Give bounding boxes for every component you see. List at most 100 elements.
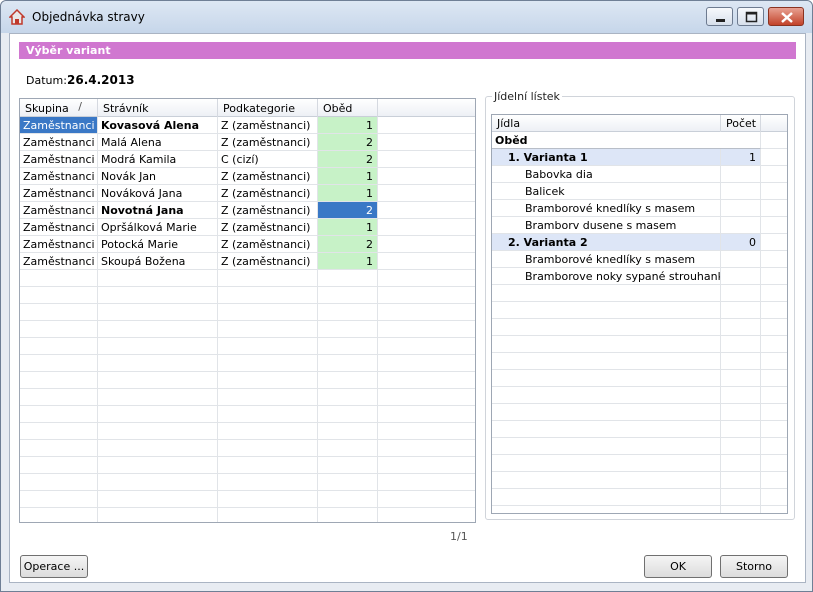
menu-row-empty[interactable] bbox=[492, 302, 787, 319]
grid-cell-empty[interactable] bbox=[378, 508, 475, 522]
grid-cell-empty[interactable] bbox=[318, 389, 378, 406]
grid-cell-stravnik[interactable]: Skoupá Božena bbox=[98, 253, 218, 270]
grid-cell-empty[interactable] bbox=[20, 440, 98, 457]
menu-row-item[interactable]: Bramborove noky sypané strouhankou... bbox=[492, 268, 787, 285]
grid-cell-empty[interactable] bbox=[20, 321, 98, 338]
grid-cell-stravnik[interactable]: Novotná Jana bbox=[98, 202, 218, 219]
grid-cell-empty[interactable] bbox=[378, 355, 475, 372]
grid-cell-podkategorie[interactable]: Z (zaměstnanci) bbox=[218, 117, 318, 134]
grid-cell-empty[interactable] bbox=[218, 270, 318, 287]
menu-row-empty[interactable] bbox=[492, 336, 787, 353]
grid-cell-empty[interactable] bbox=[20, 457, 98, 474]
grid-cell-empty[interactable] bbox=[98, 474, 218, 491]
grid-cell-empty[interactable] bbox=[20, 423, 98, 440]
menu-row-item[interactable]: Babovka dia bbox=[492, 166, 787, 183]
column-header-stravnik[interactable]: Strávník bbox=[98, 99, 218, 117]
grid-cell-empty[interactable] bbox=[20, 491, 98, 508]
menu-row-variant[interactable]: 1. Varianta 11 bbox=[492, 149, 787, 166]
grid-cell-empty[interactable] bbox=[218, 321, 318, 338]
maximize-button[interactable] bbox=[737, 7, 764, 26]
grid-cell-empty[interactable] bbox=[378, 287, 475, 304]
operace-button[interactable]: Operace ... bbox=[20, 555, 88, 578]
grid-cell-podkategorie[interactable]: Z (zaměstnanci) bbox=[218, 236, 318, 253]
menu-row-item[interactable]: Bramborové knedlíky s masem bbox=[492, 200, 787, 217]
grid-cell-obed[interactable]: 1 bbox=[318, 253, 378, 270]
grid-cell-empty[interactable] bbox=[218, 406, 318, 423]
diners-grid[interactable]: Skupina / Strávník Podkategorie Oběd Zam… bbox=[19, 98, 476, 523]
grid-cell-podkategorie[interactable]: Z (zaměstnanci) bbox=[218, 168, 318, 185]
menu-row-item[interactable]: Bramborové knedlíky s masem bbox=[492, 251, 787, 268]
grid-cell-stravnik[interactable]: Nováková Jana bbox=[98, 185, 218, 202]
grid-cell-empty[interactable] bbox=[98, 270, 218, 287]
grid-cell-skupina[interactable]: Zaměstnanci bbox=[20, 219, 98, 236]
grid-cell-skupina[interactable]: Zaměstnanci bbox=[20, 253, 98, 270]
menu-tree[interactable]: Jídla Počet Oběd 1. Varianta 1 1 Babovka di… bbox=[491, 114, 788, 514]
grid-cell-obed[interactable]: 2 bbox=[318, 151, 378, 168]
grid-cell-podkategorie[interactable]: Z (zaměstnanci) bbox=[218, 219, 318, 236]
grid-cell-empty[interactable] bbox=[318, 406, 378, 423]
grid-cell-empty[interactable] bbox=[98, 508, 218, 522]
grid-cell-podkategorie[interactable]: Z (zaměstnanci) bbox=[218, 253, 318, 270]
grid-cell-empty[interactable] bbox=[318, 355, 378, 372]
grid-cell-empty[interactable] bbox=[318, 474, 378, 491]
grid-cell-empty[interactable] bbox=[218, 423, 318, 440]
menu-row-empty[interactable] bbox=[492, 421, 787, 438]
grid-cell-stravnik[interactable]: Novák Jan bbox=[98, 168, 218, 185]
grid-cell-empty[interactable] bbox=[378, 117, 475, 134]
grid-cell-empty[interactable] bbox=[20, 389, 98, 406]
grid-cell-empty[interactable] bbox=[218, 389, 318, 406]
grid-cell-stravnik[interactable]: Malá Alena bbox=[98, 134, 218, 151]
grid-cell-stravnik[interactable]: Opršálková Marie bbox=[98, 219, 218, 236]
menu-row-item[interactable]: Bramborv dusene s masem bbox=[492, 217, 787, 234]
grid-cell-empty[interactable] bbox=[218, 457, 318, 474]
grid-cell-empty[interactable] bbox=[378, 304, 475, 321]
grid-cell-empty[interactable] bbox=[218, 287, 318, 304]
menu-row-empty[interactable] bbox=[492, 319, 787, 336]
grid-cell-empty[interactable] bbox=[218, 491, 318, 508]
grid-cell-obed[interactable]: 1 bbox=[318, 185, 378, 202]
grid-cell-empty[interactable] bbox=[318, 287, 378, 304]
grid-cell-empty[interactable] bbox=[378, 219, 475, 236]
menu-row-empty[interactable] bbox=[492, 438, 787, 455]
grid-cell-empty[interactable] bbox=[98, 440, 218, 457]
grid-cell-podkategorie[interactable]: Z (zaměstnanci) bbox=[218, 202, 318, 219]
grid-cell-empty[interactable] bbox=[20, 474, 98, 491]
grid-cell-obed[interactable]: 1 bbox=[318, 219, 378, 236]
grid-cell-empty[interactable] bbox=[98, 287, 218, 304]
storno-button[interactable]: Storno bbox=[720, 555, 788, 578]
close-button[interactable] bbox=[768, 7, 804, 26]
ok-button[interactable]: OK bbox=[644, 555, 712, 578]
grid-cell-empty[interactable] bbox=[98, 355, 218, 372]
grid-cell-empty[interactable] bbox=[98, 372, 218, 389]
grid-cell-skupina[interactable]: Zaměstnanci bbox=[20, 236, 98, 253]
grid-cell-empty[interactable] bbox=[318, 304, 378, 321]
grid-cell-skupina[interactable]: Zaměstnanci bbox=[20, 117, 98, 134]
grid-cell-obed[interactable]: 2 bbox=[318, 202, 378, 219]
menu-row-empty[interactable] bbox=[492, 404, 787, 421]
grid-cell-empty[interactable] bbox=[318, 338, 378, 355]
menu-row-variant[interactable]: 2. Varianta 20 bbox=[492, 234, 787, 251]
grid-cell-empty[interactable] bbox=[20, 508, 98, 522]
grid-cell-empty[interactable] bbox=[378, 168, 475, 185]
grid-cell-empty[interactable] bbox=[20, 270, 98, 287]
grid-cell-empty[interactable] bbox=[318, 440, 378, 457]
grid-cell-empty[interactable] bbox=[318, 270, 378, 287]
grid-cell-stravnik[interactable]: Potocká Marie bbox=[98, 236, 218, 253]
menu-row-empty[interactable] bbox=[492, 455, 787, 472]
menu-row-item[interactable]: Balicek bbox=[492, 183, 787, 200]
grid-cell-empty[interactable] bbox=[218, 372, 318, 389]
minimize-button[interactable] bbox=[706, 7, 733, 26]
grid-cell-empty[interactable] bbox=[378, 270, 475, 287]
grid-cell-empty[interactable] bbox=[98, 423, 218, 440]
grid-cell-empty[interactable] bbox=[378, 253, 475, 270]
grid-cell-obed[interactable]: 2 bbox=[318, 134, 378, 151]
grid-cell-stravnik[interactable]: Modrá Kamila bbox=[98, 151, 218, 168]
grid-cell-empty[interactable] bbox=[378, 474, 475, 491]
grid-cell-empty[interactable] bbox=[318, 372, 378, 389]
grid-cell-empty[interactable] bbox=[20, 338, 98, 355]
menu-row-empty[interactable] bbox=[492, 472, 787, 489]
grid-cell-skupina[interactable]: Zaměstnanci bbox=[20, 134, 98, 151]
menu-row-empty[interactable] bbox=[492, 370, 787, 387]
grid-cell-obed[interactable]: 1 bbox=[318, 168, 378, 185]
grid-cell-empty[interactable] bbox=[20, 355, 98, 372]
